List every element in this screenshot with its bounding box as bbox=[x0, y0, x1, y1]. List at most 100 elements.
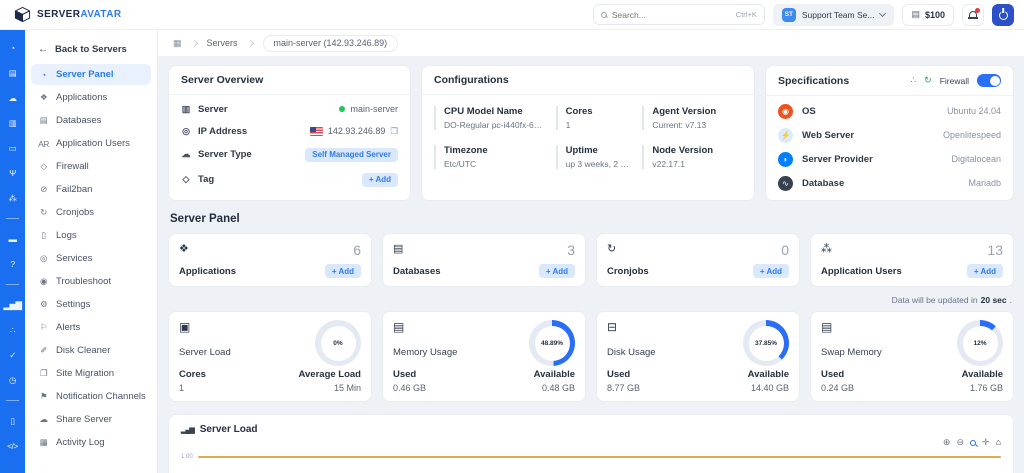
rail-databases-icon[interactable]: ▥ bbox=[9, 118, 17, 128]
overview-row-tag: ◇Tag + Add bbox=[169, 167, 410, 192]
server-type-badge: Self Managed Server bbox=[305, 148, 398, 162]
rail-help-icon[interactable]: ? bbox=[10, 259, 14, 269]
firewall-toggle[interactable] bbox=[977, 74, 1001, 87]
sidebar-item-site-migration[interactable]: ❐Site Migration bbox=[31, 363, 151, 384]
sidebar-item-alerts[interactable]: ⚐Alerts bbox=[31, 317, 151, 338]
file-icon: ▯ bbox=[38, 230, 49, 241]
zoom-in-icon[interactable]: ⊕ bbox=[943, 438, 951, 447]
ip-address: 142.93.246.89 bbox=[328, 126, 386, 136]
databases-stat-card[interactable]: ▤3 Databases+ Add bbox=[382, 233, 586, 287]
chevron-down-icon bbox=[879, 10, 886, 17]
sidebar-item-settings[interactable]: ⚙Settings bbox=[31, 294, 151, 315]
lifebuoy-icon: ◉ bbox=[38, 276, 49, 287]
sidebar-item-share-server[interactable]: ☁Share Server bbox=[31, 409, 151, 430]
configurations-card: Configurations CPU Model NameDO-Regular … bbox=[421, 65, 755, 201]
sidebar-item-notification-channels[interactable]: ⚑Notification Channels bbox=[31, 386, 151, 407]
sidebar-item-activity-log[interactable]: ▦Activity Log bbox=[31, 432, 151, 453]
applications-stat-card[interactable]: ❖6 Applications+ Add bbox=[168, 233, 372, 287]
database-icon: ▤ bbox=[38, 115, 49, 126]
firewall-label: Firewall bbox=[940, 76, 969, 86]
back-to-servers[interactable]: ← Back to Servers bbox=[31, 38, 151, 61]
rail-network-icon[interactable]: Ψ bbox=[9, 168, 16, 178]
rail-applications-icon[interactable]: ☁ bbox=[9, 93, 17, 103]
cloud-icon: ☁ bbox=[181, 149, 191, 160]
rail-servers-icon[interactable]: ▭ bbox=[9, 143, 17, 153]
rail-teams-icon[interactable]: ⁂ bbox=[9, 193, 17, 203]
sidebar-item-disk-cleaner[interactable]: ✐Disk Cleaner bbox=[31, 340, 151, 361]
add-cronjob-button[interactable]: + Add bbox=[753, 264, 789, 278]
sidebar-item-server-panel[interactable]: ◔Server Panel bbox=[31, 64, 151, 85]
notification-badge bbox=[975, 8, 980, 13]
sidebar-item-services[interactable]: ◎Services bbox=[31, 248, 151, 269]
selection-zoom-icon[interactable] bbox=[970, 440, 976, 446]
server-overview-card: Server Overview ▥Server main-server ◎IP … bbox=[168, 65, 411, 201]
search-input[interactable] bbox=[612, 10, 731, 20]
sidebar-item-fail2ban[interactable]: ⊘Fail2ban bbox=[31, 179, 151, 200]
swap-memory-card: ▤ Swap Memory 12% Used0.24 GB Available1… bbox=[810, 311, 1014, 402]
grid-icon[interactable]: ▦ bbox=[173, 38, 182, 49]
digitalocean-logo-icon: ◗ bbox=[778, 152, 793, 167]
rail-billing-icon[interactable]: ▬ bbox=[9, 234, 17, 244]
load-series-line bbox=[198, 456, 1001, 458]
notifications-button[interactable] bbox=[962, 4, 984, 26]
pin-icon: ◎ bbox=[181, 126, 191, 137]
team-dropdown[interactable]: ST Support Team Se... bbox=[773, 4, 895, 26]
overview-row-ip: ◎IP Address 142.93.246.89❐ bbox=[169, 120, 410, 142]
copy-icon[interactable]: ❐ bbox=[390, 126, 398, 137]
config-uptime: Uptimeup 3 weeks, 2 days, 8 hours, ... bbox=[556, 145, 631, 169]
rail-divider bbox=[6, 218, 19, 219]
sidebar-item-application-users[interactable]: ARApplication Users bbox=[31, 133, 151, 154]
sidebar-item-logs[interactable]: ▯Logs bbox=[31, 225, 151, 246]
chart-toolbar: ⊕ ⊖ ✛ ⌂ bbox=[181, 438, 1001, 447]
cronjobs-stat-card[interactable]: ↻0 Cronjobs+ Add bbox=[596, 233, 800, 287]
breadcrumb-servers[interactable]: Servers bbox=[207, 38, 238, 48]
rail-status-icon[interactable]: ✓ bbox=[9, 350, 16, 360]
tag-icon: ◇ bbox=[181, 174, 191, 185]
share-icon[interactable]: ∴ bbox=[910, 75, 916, 86]
add-tag-button[interactable]: + Add bbox=[362, 173, 398, 187]
team-label: Support Team Se... bbox=[802, 10, 875, 20]
disk-usage-donut: 37.85% bbox=[743, 320, 789, 366]
search-icon bbox=[601, 12, 607, 18]
search-box[interactable]: Ctrl+K bbox=[593, 4, 765, 25]
logo[interactable]: SERVERAVATAR bbox=[10, 6, 121, 23]
add-database-button[interactable]: + Add bbox=[539, 264, 575, 278]
us-flag-icon bbox=[310, 127, 323, 136]
cleaner-icon: ✐ bbox=[38, 345, 49, 356]
rail-profile-icon[interactable]: ◷ bbox=[9, 375, 16, 385]
swap-memory-donut: 12% bbox=[957, 320, 1003, 366]
rail-connections-icon[interactable]: ∴ bbox=[10, 325, 15, 335]
icon-rail: ◔ ▤ ☁ ▥ ▭ Ψ ⁂ ▬ ? ▂▅▇ ∴ ✓ ◷ ▯ </> bbox=[0, 30, 25, 473]
rail-docs-icon[interactable]: ▤ bbox=[9, 68, 17, 78]
specifications-card: Specifications ∴ ↻ Firewall ◉OS Ubuntu 2… bbox=[765, 65, 1014, 201]
channels-icon: ⚑ bbox=[38, 391, 49, 402]
spec-row-database: ∿Database Mariadb bbox=[766, 171, 1013, 195]
sidebar-item-troubleshoot[interactable]: ◉Troubleshoot bbox=[31, 271, 151, 292]
power-button[interactable] bbox=[992, 4, 1014, 26]
sidebar-item-firewall[interactable]: ◇Firewall bbox=[31, 156, 151, 177]
services-icon: ◎ bbox=[38, 253, 49, 264]
sidebar-item-cronjobs[interactable]: ↻Cronjobs bbox=[31, 202, 151, 223]
zoom-out-icon[interactable]: ⊖ bbox=[956, 438, 964, 447]
apps-icon: ❖ bbox=[179, 242, 188, 255]
pan-icon[interactable]: ✛ bbox=[982, 438, 990, 447]
sidebar-item-databases[interactable]: ▤Databases bbox=[31, 110, 151, 131]
balance-button[interactable]: ▤ $100 bbox=[902, 4, 954, 26]
config-cpu-model: CPU Model NameDO-Regular pc-i440fx-6.1 C… bbox=[434, 106, 544, 130]
brand-name: SERVERAVATAR bbox=[37, 9, 121, 20]
add-application-button[interactable]: + Add bbox=[325, 264, 361, 278]
search-shortcut: Ctrl+K bbox=[736, 10, 757, 19]
add-application-user-button[interactable]: + Add bbox=[967, 264, 1003, 278]
rail-code-icon[interactable]: </> bbox=[7, 441, 18, 451]
reset-zoom-icon[interactable]: ⌂ bbox=[996, 438, 1001, 447]
rail-dashboard-icon[interactable]: ◔ bbox=[10, 43, 15, 53]
disk-usage-card: ⊟ Disk Usage 37.85% Used8.77 GB Availabl… bbox=[596, 311, 800, 402]
breadcrumb: ▦ Servers main-server (142.93.246.89) bbox=[158, 30, 1024, 57]
application-users-stat-card[interactable]: ⁂13 Application Users+ Add bbox=[810, 233, 1014, 287]
rail-devices-icon[interactable]: ▯ bbox=[10, 416, 14, 426]
sidebar-item-applications[interactable]: ❖Applications bbox=[31, 87, 151, 108]
breadcrumb-current-server[interactable]: main-server (142.93.246.89) bbox=[263, 35, 399, 52]
bell-outline-icon: ⚐ bbox=[38, 322, 49, 333]
refresh-icon[interactable]: ↻ bbox=[924, 75, 932, 86]
rail-analytics-icon[interactable]: ▂▅▇ bbox=[3, 300, 21, 310]
